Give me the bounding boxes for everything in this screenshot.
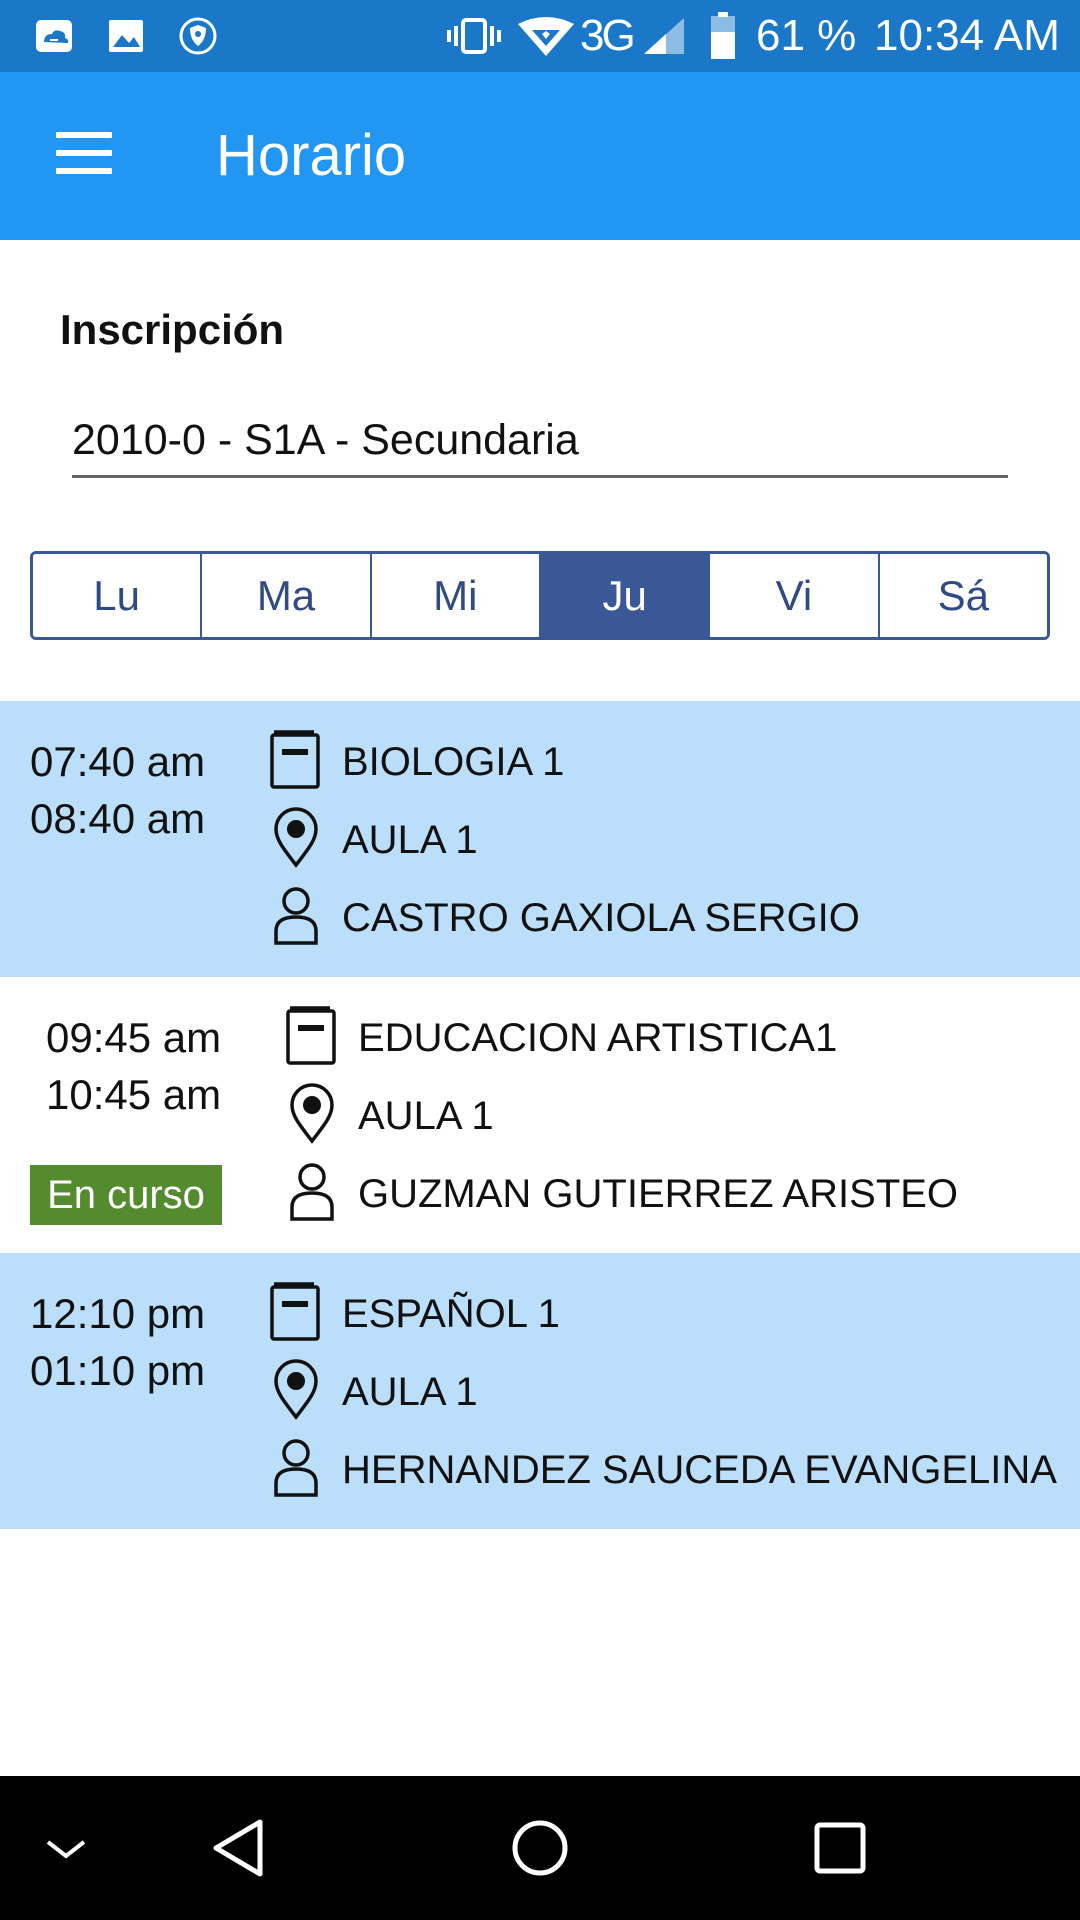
room-name: AULA 1	[358, 1094, 494, 1138]
location-pin-icon	[274, 1359, 318, 1420]
end-time: 10:45 am	[46, 1071, 222, 1118]
tab-mi[interactable]: Mi	[371, 554, 541, 637]
shield-icon	[179, 17, 217, 55]
end-time: 08:40 am	[30, 795, 206, 842]
book-icon	[270, 730, 320, 789]
person-icon	[274, 1439, 318, 1497]
cloud-app-icon	[36, 20, 72, 52]
recents-icon[interactable]	[800, 1808, 880, 1888]
person-icon	[274, 887, 318, 945]
teacher-name: GUZMAN GUTIERREZ ARISTEO	[358, 1172, 959, 1216]
location-pin-icon	[274, 807, 318, 868]
person-icon	[290, 1163, 334, 1221]
end-time: 01:10 pm	[30, 1347, 206, 1394]
teacher-name: HERNANDEZ SAUCEDA EVANGELINA	[342, 1448, 1057, 1492]
battery-percent: 61 %	[756, 11, 857, 60]
system-nav-bar	[0, 1776, 1080, 1920]
battery-icon	[711, 12, 735, 59]
signal-icon	[644, 18, 684, 54]
tab-vi[interactable]: Vi	[710, 554, 880, 637]
book-icon	[286, 1006, 336, 1065]
clock: 10:34 AM	[874, 11, 1060, 60]
room-name: AULA 1	[342, 1370, 478, 1414]
tab-lu[interactable]: Lu	[33, 554, 203, 637]
subject-name: EDUCACION ARTISTICA1	[358, 1016, 838, 1060]
schedule-row[interactable]: 09:45 am 10:45 am En curso EDUCACION ART…	[0, 977, 1080, 1253]
status-bar: 3G 61 % 10:34 AM	[0, 0, 1080, 72]
back-icon[interactable]	[200, 1808, 280, 1888]
status-badge: En curso	[30, 1165, 222, 1225]
schedule-row[interactable]: 12:10 pm 01:10 pm ESPAÑOL 1 AULA 1 HERNA…	[0, 1253, 1080, 1529]
page-title: Horario	[216, 123, 407, 188]
hamburger-menu-icon[interactable]	[40, 114, 130, 198]
day-tabs: Lu Ma Mi Ju Vi Sá	[30, 551, 1050, 640]
tab-sa[interactable]: Sá	[879, 554, 1047, 637]
schedule-screen: 3G 61 % 10:34 AM Horario Inscripción 201…	[0, 0, 1080, 1920]
image-icon	[109, 20, 143, 52]
location-pin-icon	[290, 1083, 334, 1144]
start-time: 12:10 pm	[30, 1290, 206, 1337]
network-type: 3G	[580, 11, 636, 60]
start-time: 09:45 am	[46, 1014, 222, 1061]
schedule-row[interactable]: 07:40 am 08:40 am BIOLOGIA 1 AULA 1 CAST…	[0, 701, 1080, 977]
chevron-down-icon[interactable]	[26, 1808, 106, 1888]
enrollment-select[interactable]: 2010-0 - S1A - Secundaria	[72, 410, 1008, 478]
subject-name: ESPAÑOL 1	[342, 1292, 560, 1336]
enrollment-label: Inscripción	[60, 306, 285, 353]
vibrate-icon	[447, 18, 501, 54]
teacher-name: CASTRO GAXIOLA SERGIO	[342, 896, 860, 940]
tab-ju[interactable]: Ju	[540, 554, 711, 637]
app-bar: Horario	[0, 72, 1080, 240]
wifi-icon	[518, 17, 574, 56]
start-time: 07:40 am	[30, 738, 206, 785]
book-icon	[270, 1282, 320, 1341]
subject-name: BIOLOGIA 1	[342, 740, 565, 784]
room-name: AULA 1	[342, 818, 478, 862]
tab-ma[interactable]: Ma	[202, 554, 372, 637]
home-icon[interactable]	[500, 1808, 580, 1888]
